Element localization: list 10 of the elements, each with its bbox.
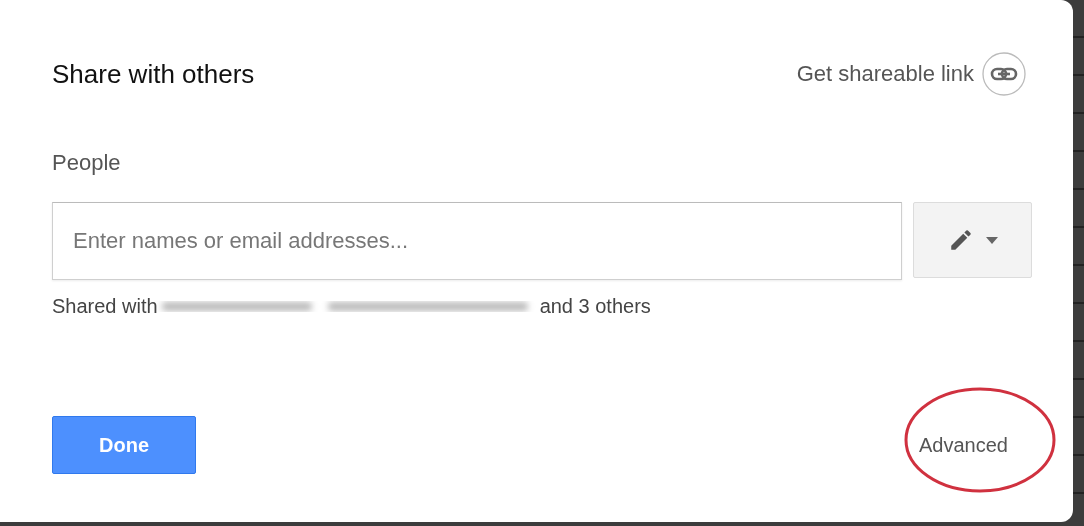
dialog-title: Share with others: [52, 58, 255, 90]
link-icon: [982, 52, 1026, 96]
shared-with-count: and 3 others: [539, 294, 651, 318]
advanced-link[interactable]: Advanced: [919, 433, 1008, 457]
shareable-link[interactable]: Get shareable link: [796, 52, 1026, 96]
shared-with-label: Shared with: [52, 294, 158, 318]
people-input[interactable]: Enter names or email addresses...: [52, 202, 902, 280]
people-label: People: [52, 150, 121, 176]
permission-dropdown[interactable]: [913, 202, 1032, 278]
caret-icon: [985, 236, 998, 244]
